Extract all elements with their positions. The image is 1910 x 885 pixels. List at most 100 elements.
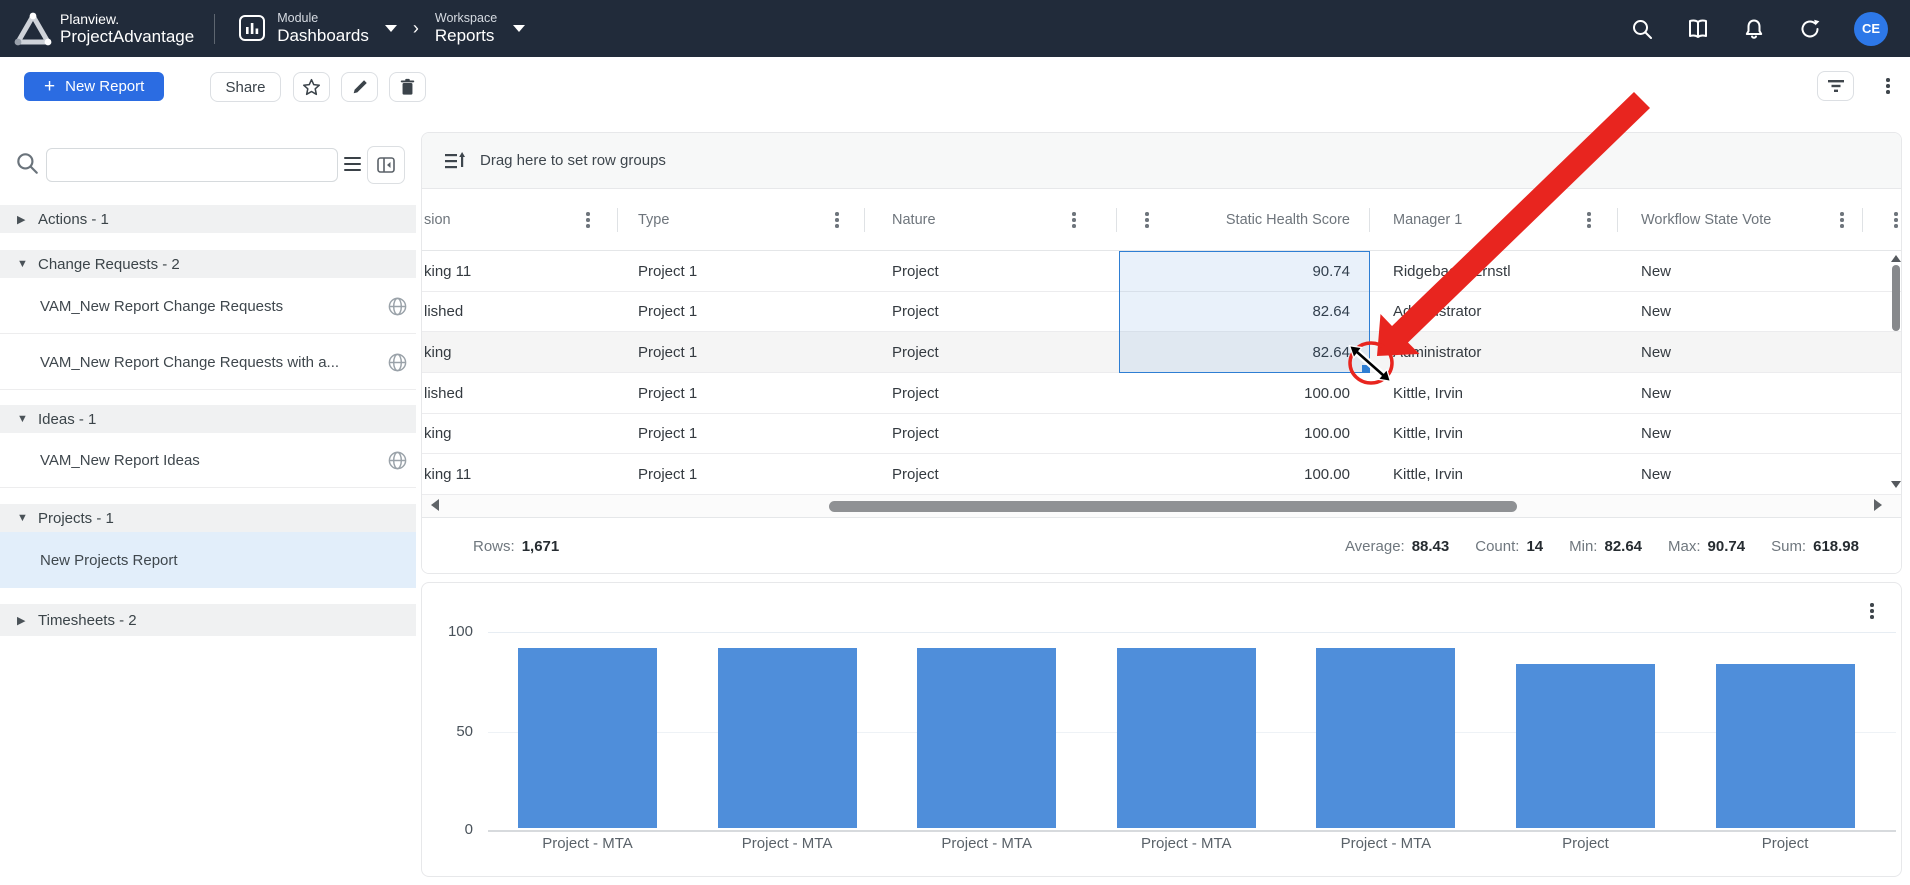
more-options-button[interactable]	[1872, 71, 1904, 101]
horizontal-scrollbar-thumb[interactable]	[829, 501, 1517, 512]
row-group-drop-zone[interactable]: Drag here to set row groups	[422, 133, 1901, 189]
cell-manager[interactable]: Ridgeback, Ernstl	[1370, 251, 1618, 292]
cell-nature[interactable]: Project	[865, 454, 1117, 495]
workspace-reports-dropdown[interactable]: Workspace Reports	[435, 11, 525, 46]
cell-vote[interactable]: New	[1618, 373, 1863, 414]
cell-nature[interactable]: Project	[865, 373, 1117, 414]
sidebar-section-projects[interactable]: ▼ Projects - 1	[0, 504, 416, 532]
cell-name[interactable]: lished	[422, 373, 618, 414]
edit-button[interactable]	[341, 72, 378, 102]
share-button[interactable]: Share	[210, 72, 281, 102]
sidebar-item-vam-change-requests-with-a[interactable]: VAM_New Report Change Requests with a...	[0, 335, 416, 390]
planview-logo[interactable]: Planview. ProjectAdvantage	[14, 10, 194, 48]
cell-type[interactable]: Project 1	[618, 332, 865, 373]
cell-score[interactable]: 100.00	[1117, 373, 1370, 414]
book-icon[interactable]	[1686, 17, 1710, 41]
cell-name[interactable]: king 11	[422, 251, 618, 292]
cell-manager[interactable]: Kittle, Irvin	[1370, 414, 1618, 454]
chevron-collapsed-icon: ▶	[17, 213, 38, 226]
column-header-nature[interactable]: Nature	[865, 189, 1117, 251]
fill-handle[interactable]	[1362, 365, 1370, 373]
vertical-scrollbar-thumb[interactable]	[1892, 265, 1900, 331]
cell-type[interactable]: Project 1	[618, 414, 865, 454]
cell-vote[interactable]: New	[1618, 332, 1863, 373]
cell-score[interactable]: 90.74	[1117, 251, 1370, 292]
column-header-type[interactable]: Type	[618, 189, 865, 251]
cell-score[interactable]: 100.00	[1117, 454, 1370, 495]
cell-name[interactable]: king	[422, 332, 618, 373]
app-title-line1: Planview.	[60, 11, 194, 27]
menu-icon[interactable]	[344, 157, 361, 175]
cell-vote[interactable]: New	[1618, 414, 1863, 454]
min-value: 82.64	[1604, 538, 1642, 555]
filter-button[interactable]	[1817, 71, 1854, 101]
column-menu-icon[interactable]	[1587, 218, 1591, 222]
cell-vote[interactable]: New	[1618, 292, 1863, 332]
chart-menu-icon[interactable]	[1860, 599, 1884, 623]
sidebar-item-vam-change-requests[interactable]: VAM_New Report Change Requests	[0, 279, 416, 334]
scroll-up-arrow[interactable]	[1891, 255, 1901, 262]
cell-nature[interactable]: Project	[865, 251, 1117, 292]
search-icon[interactable]	[1630, 17, 1654, 41]
column-menu-icon[interactable]	[835, 218, 839, 222]
column-header-manager-1[interactable]: Manager 1	[1370, 189, 1618, 251]
sidebar-section-ideas[interactable]: ▼ Ideas - 1	[0, 405, 416, 433]
cell-name[interactable]: lished	[422, 292, 618, 332]
cell-manager[interactable]: Kittle, Irvin	[1370, 454, 1618, 495]
cell-vote[interactable]: New	[1618, 251, 1863, 292]
column-menu-icon[interactable]	[586, 218, 590, 222]
sidebar-section-actions[interactable]: ▶ Actions - 1	[0, 205, 416, 233]
column-menu-icon[interactable]	[1145, 218, 1149, 222]
column-header-workflow-state-vote[interactable]: Workflow State Vote	[1618, 189, 1863, 251]
bell-icon[interactable]	[1742, 17, 1766, 41]
cell-type[interactable]: Project 1	[618, 292, 865, 332]
scroll-left-arrow[interactable]	[431, 499, 439, 511]
table-row: lished Project 1 Project 100.00 Kittle, …	[422, 373, 1901, 414]
cell-type[interactable]: Project 1	[618, 373, 865, 414]
avatar[interactable]: CE	[1854, 12, 1888, 46]
chart-x-label: Project - MTA	[887, 835, 1087, 852]
sidebar-item-vam-ideas[interactable]: VAM_New Report Ideas	[0, 433, 416, 488]
favorite-button[interactable]	[293, 72, 330, 102]
cell-manager[interactable]: Kittle, Irvin	[1370, 373, 1618, 414]
column-menu-icon[interactable]	[1840, 218, 1844, 222]
cell-vote[interactable]: New	[1618, 454, 1863, 495]
count-label: Count:	[1475, 538, 1519, 555]
chart-x-label: Project - MTA	[1086, 835, 1286, 852]
sidebar-item-label: VAM_New Report Ideas	[40, 452, 200, 469]
scroll-right-arrow[interactable]	[1874, 499, 1882, 511]
cell-name[interactable]: king	[422, 414, 618, 454]
cell-nature[interactable]: Project	[865, 414, 1117, 454]
cell-type[interactable]: Project 1	[618, 454, 865, 495]
column-menu-icon[interactable]	[1072, 218, 1076, 222]
module-dashboards-dropdown[interactable]: Module Dashboards	[237, 11, 397, 46]
cell-score[interactable]: 82.64	[1117, 292, 1370, 332]
delete-button[interactable]	[389, 72, 426, 102]
sidebar-section-change-requests[interactable]: ▼ Change Requests - 2	[0, 250, 416, 278]
table-row: king Project 1 Project 100.00 Kittle, Ir…	[422, 414, 1901, 454]
cell-name[interactable]: king 11	[422, 454, 618, 495]
scroll-down-arrow[interactable]	[1891, 481, 1901, 488]
chart-bar	[1117, 648, 1256, 828]
cell-score[interactable]: 100.00	[1117, 414, 1370, 454]
column-header-static-health-score[interactable]: Static Health Score	[1117, 189, 1370, 251]
reports-sidebar: ▶ Actions - 1 ▼ Change Requests - 2 VAM_…	[0, 105, 416, 885]
search-icon	[14, 150, 40, 176]
sidebar-search-input[interactable]	[46, 148, 338, 182]
collapse-panel-icon	[376, 155, 396, 175]
sidebar-item-new-projects-report[interactable]: New Projects Report	[0, 532, 416, 588]
refresh-icon[interactable]	[1798, 17, 1822, 41]
cell-nature[interactable]: Project	[865, 332, 1117, 373]
grid-status-bar: Rows: 1,671 Average:88.43 Count:14 Min:8…	[422, 517, 1901, 574]
collapse-panel-button[interactable]	[367, 146, 405, 184]
new-report-button[interactable]: + New Report	[24, 72, 164, 101]
cell-score[interactable]: 82.64	[1117, 332, 1370, 373]
cell-nature[interactable]: Project	[865, 292, 1117, 332]
sidebar-section-timesheets[interactable]: ▶ Timesheets - 2	[0, 604, 416, 636]
cell-manager[interactable]: Administrator	[1370, 292, 1618, 332]
column-menu-icon[interactable]	[1894, 218, 1898, 222]
cell-manager[interactable]: Administrator	[1370, 332, 1618, 373]
cell-type[interactable]: Project 1	[618, 251, 865, 292]
y-tick-0: 0	[433, 821, 473, 838]
max-value: 90.74	[1708, 538, 1746, 555]
